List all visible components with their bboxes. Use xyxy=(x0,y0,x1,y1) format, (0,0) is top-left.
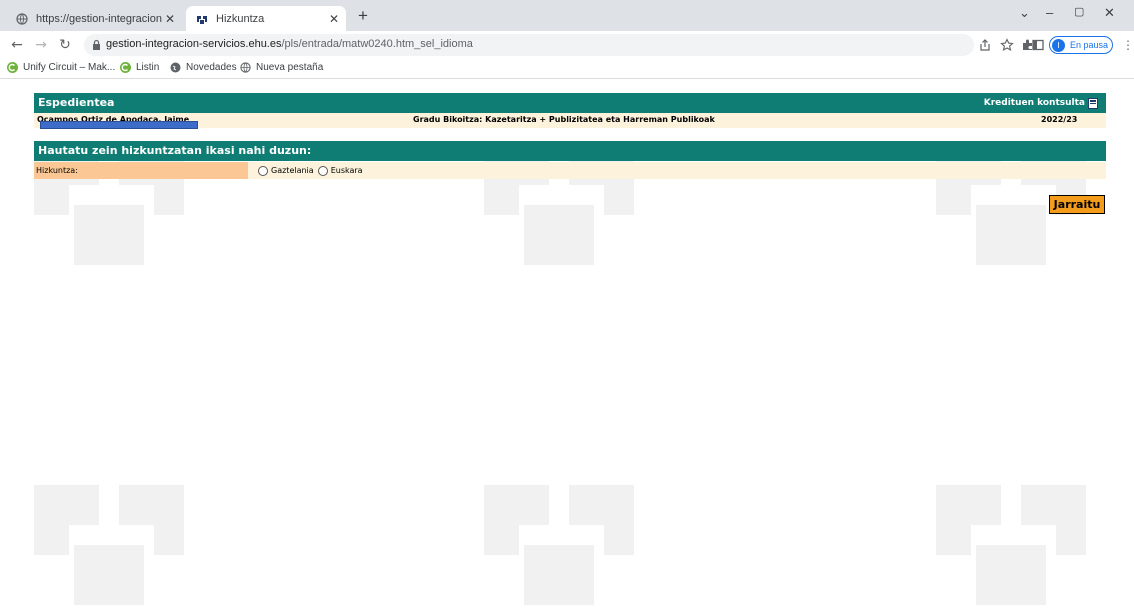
avatar: I xyxy=(1052,38,1065,52)
continue-button[interactable]: Jarraitu xyxy=(1049,195,1105,214)
tab-title: Hizkuntza xyxy=(216,12,265,25)
record-header-title: Espedientea xyxy=(38,96,115,109)
ehu-watermark-icon xyxy=(34,485,184,605)
academic-year: 2022/23 xyxy=(1041,115,1078,124)
bookmark-nueva-pestana[interactable]: Nueva pestaña xyxy=(240,62,323,73)
browser-tab-1[interactable]: https://gestion-integracion-servic ✕ xyxy=(6,6,182,31)
profile-button[interactable]: I En pausa xyxy=(1049,36,1113,54)
radio-gaztelania-label[interactable]: Gaztelania xyxy=(271,166,314,175)
globe-icon xyxy=(170,62,181,73)
ehu-logo-icon xyxy=(197,15,207,24)
record-header: Espedientea Kredituen kontsulta xyxy=(34,93,1106,113)
back-button[interactable]: ← xyxy=(8,36,26,54)
bookmark-star-icon[interactable] xyxy=(1000,38,1014,52)
credits-query-link[interactable]: Kredituen kontsulta xyxy=(984,93,1098,113)
page-content: Espedientea Kredituen kontsulta Ocampos … xyxy=(0,80,1134,616)
url-text: gestion-integracion-servicios.ehu.es/pls… xyxy=(106,38,473,50)
bookmark-unify[interactable]: Unify Circuit – Mak... xyxy=(7,62,115,73)
ehu-watermark-icon xyxy=(484,485,634,605)
reload-button[interactable]: ↻ xyxy=(56,36,74,54)
unify-icon xyxy=(7,62,18,73)
book-icon xyxy=(1088,97,1098,109)
minimize-button[interactable]: – xyxy=(1046,5,1053,20)
bookmarks-bar: Unify Circuit – Mak... Listin Novedades … xyxy=(0,59,1134,79)
address-bar[interactable]: gestion-integracion-servicios.ehu.es/pls… xyxy=(84,34,974,56)
student-info-row: Ocampos Ortiz de Apodaca, Jaime Gradu Bi… xyxy=(34,113,1106,129)
language-label: Hizkuntza: xyxy=(34,162,248,179)
section-title: Hautatu zein hizkuntzatan ikasi nahi duz… xyxy=(34,141,1106,161)
unify-icon xyxy=(120,62,131,73)
browser-tab-bar: https://gestion-integracion-servic ✕ Hiz… xyxy=(0,0,1134,31)
radio-gaztelania[interactable] xyxy=(258,165,268,176)
tab-title: https://gestion-integracion-servic xyxy=(36,12,162,25)
ehu-watermark-icon xyxy=(936,485,1086,605)
degree-name: Gradu Bikoitza: Kazetaritza + Publizitat… xyxy=(413,115,715,124)
forward-button[interactable]: → xyxy=(32,36,50,54)
close-tab-icon[interactable]: ✕ xyxy=(162,12,178,26)
globe-icon xyxy=(16,12,28,25)
lock-icon xyxy=(93,39,100,50)
bookmark-novedades[interactable]: Novedades xyxy=(170,62,237,73)
browser-tab-2-active[interactable]: Hizkuntza ✕ xyxy=(186,6,346,31)
radio-euskara-label[interactable]: Euskara xyxy=(331,166,363,175)
language-row: Hizkuntza: Gaztelania Euskara xyxy=(34,162,1106,179)
browser-menu-icon[interactable]: ⋮ xyxy=(1122,38,1134,52)
browser-toolbar: ← → ↻ gestion-integracion-servicios.ehu.… xyxy=(0,31,1134,59)
new-tab-button[interactable]: + xyxy=(352,6,374,28)
reading-list-icon[interactable] xyxy=(1031,38,1045,52)
maximize-button[interactable]: ▢ xyxy=(1074,5,1084,18)
bookmark-listin[interactable]: Listin xyxy=(120,62,159,73)
tab-search-icon[interactable]: ⌄ xyxy=(1019,5,1030,21)
redaction-bar xyxy=(40,121,198,129)
close-window-button[interactable]: ✕ xyxy=(1104,5,1115,21)
share-icon[interactable] xyxy=(978,38,992,52)
language-options: Gaztelania Euskara xyxy=(258,162,367,179)
profile-status-label: En pausa xyxy=(1070,40,1109,50)
radio-euskara[interactable] xyxy=(317,165,328,176)
close-tab-icon[interactable]: ✕ xyxy=(326,12,342,26)
globe-icon xyxy=(240,62,251,73)
